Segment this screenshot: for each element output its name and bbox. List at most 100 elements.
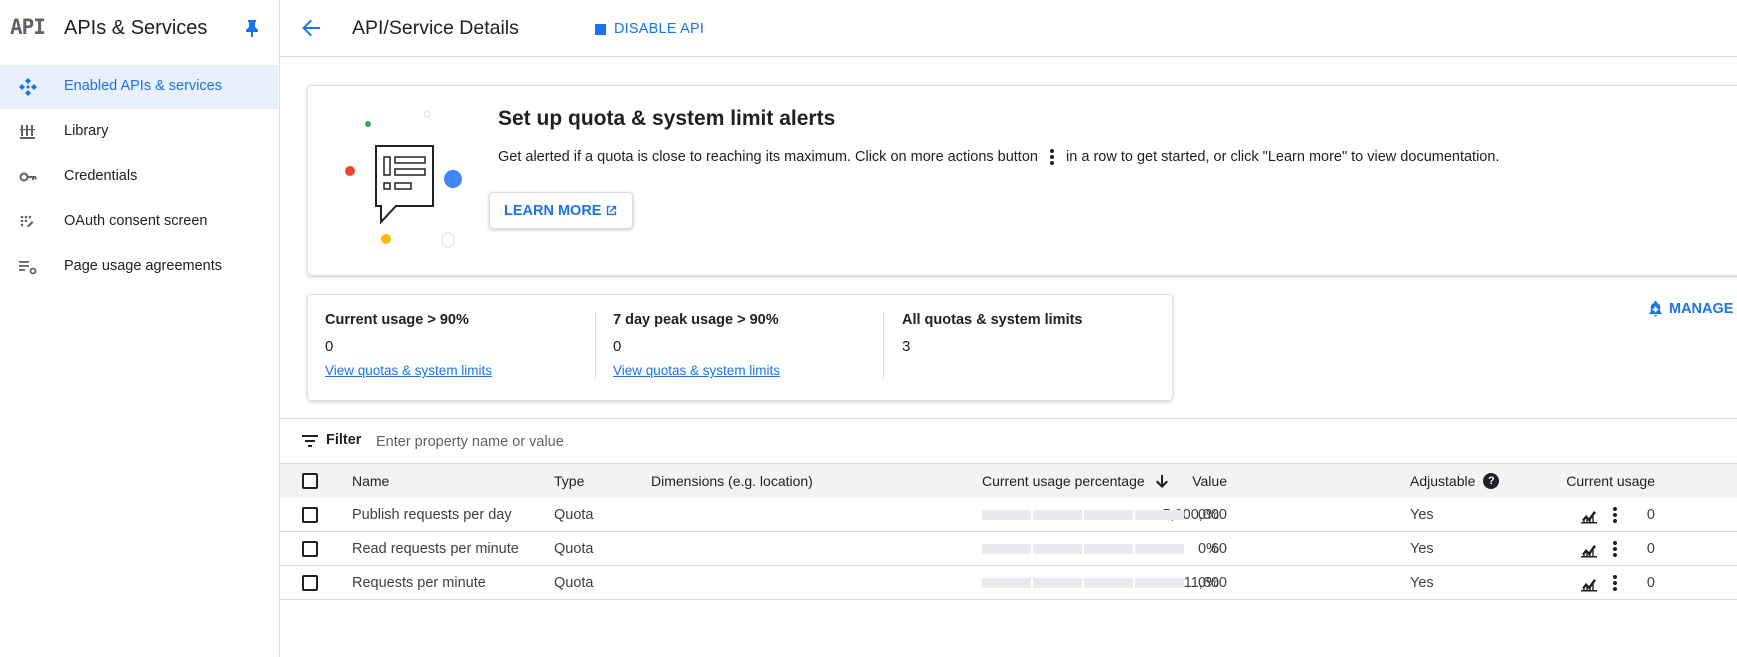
stat-value: 0 bbox=[613, 338, 622, 355]
usage-progress-bar bbox=[982, 509, 1184, 520]
filter-input[interactable] bbox=[374, 431, 778, 453]
learn-more-button[interactable]: LEARN MORE bbox=[489, 192, 634, 229]
alert-illustration bbox=[345, 110, 462, 249]
table-row: Requests per minute Quota 11,600 0% 0 Ye… bbox=[280, 566, 1737, 600]
back-arrow-icon[interactable] bbox=[300, 17, 322, 39]
row-chart-cell bbox=[1580, 532, 1598, 565]
select-all-checkbox[interactable] bbox=[302, 473, 318, 489]
select-all-cell bbox=[302, 464, 318, 498]
row-usage-bar bbox=[982, 498, 1184, 531]
page-header: API/Service Details DISABLE API bbox=[280, 0, 1737, 57]
stop-icon bbox=[595, 23, 606, 35]
add-alert-icon bbox=[1649, 301, 1662, 317]
oauth-icon bbox=[20, 215, 34, 228]
col-name[interactable]: Name bbox=[352, 464, 389, 498]
monitoring-chart-icon[interactable] bbox=[1580, 574, 1598, 592]
sidebar-header: API APIs & Services bbox=[0, 0, 279, 56]
sidebar-item-page-usage[interactable]: Page usage agreements bbox=[0, 245, 278, 289]
stat-current-usage: Current usage > 90% 0 View quotas & syst… bbox=[325, 312, 575, 384]
table-row: Publish requests per day Quota 5,000,000… bbox=[280, 498, 1737, 532]
filter-bar: Filter bbox=[280, 419, 1737, 463]
col-type[interactable]: Type bbox=[554, 464, 584, 498]
row-usage-pct: 0% bbox=[1198, 540, 1219, 557]
usage-progress-bar bbox=[982, 543, 1184, 554]
quota-alert-card: Set up quota & system limit alerts Get a… bbox=[307, 85, 1737, 276]
page-title: API/Service Details bbox=[352, 17, 519, 39]
more-vert-icon bbox=[1050, 149, 1055, 165]
key-icon bbox=[19, 172, 37, 182]
stat-heading: All quotas & system limits bbox=[902, 312, 1083, 328]
quota-stats-card: Current usage > 90% 0 View quotas & syst… bbox=[307, 294, 1173, 401]
sidebar-item-enabled-apis[interactable]: Enabled APIs & services bbox=[0, 65, 278, 109]
sidebar-item-label: Page usage agreements bbox=[64, 258, 222, 274]
row-adjustable: Yes bbox=[1410, 506, 1434, 523]
row-more-cell bbox=[1606, 566, 1624, 599]
row-checkbox[interactable] bbox=[302, 540, 318, 557]
row-name: Read requests per minute bbox=[352, 540, 519, 557]
row-usage-pct: 0% bbox=[1198, 574, 1219, 591]
row-usage-bar bbox=[982, 532, 1184, 565]
row-adjustable: Yes bbox=[1410, 574, 1434, 591]
arrow-down-icon bbox=[1155, 475, 1168, 488]
stat-value: 0 bbox=[325, 338, 334, 355]
pin-icon[interactable] bbox=[244, 19, 260, 37]
row-type: Quota bbox=[554, 574, 594, 591]
table-header-row: Name Type Dimensions (e.g. location) Val… bbox=[280, 463, 1737, 499]
alert-desc-text: in a row to get started, or click "Learn… bbox=[1066, 148, 1500, 165]
row-usage-bar bbox=[982, 566, 1184, 599]
sidebar: API APIs & Services Enabled APIs & servi… bbox=[0, 0, 280, 657]
monitoring-chart-icon[interactable] bbox=[1580, 540, 1598, 558]
col-usage-pct[interactable]: Current usage percentage bbox=[982, 464, 1169, 498]
help-icon[interactable]: ? bbox=[1483, 473, 1500, 489]
alert-description: Get alerted if a quota is close to reach… bbox=[498, 147, 1499, 167]
stat-value: 3 bbox=[902, 338, 911, 355]
sidebar-item-oauth[interactable]: OAuth consent screen bbox=[0, 200, 278, 244]
library-icon bbox=[20, 125, 35, 139]
table-row: Read requests per minute Quota 60 0% 0 Y… bbox=[280, 532, 1737, 566]
divider bbox=[883, 313, 884, 379]
row-more-cell bbox=[1606, 532, 1624, 565]
more-vert-icon[interactable] bbox=[1606, 506, 1624, 524]
sidebar-item-label: OAuth consent screen bbox=[64, 213, 208, 229]
row-select-cell bbox=[302, 532, 318, 565]
col-dimensions[interactable]: Dimensions (e.g. location) bbox=[651, 464, 813, 498]
row-type: Quota bbox=[554, 540, 594, 557]
alert-desc-text: Get alerted if a quota is close to reach… bbox=[498, 148, 1038, 165]
sidebar-item-library[interactable]: Library bbox=[0, 110, 278, 154]
more-vert-icon[interactable] bbox=[1606, 540, 1624, 558]
sidebar-item-label: Credentials bbox=[64, 168, 138, 184]
row-usage-pct: 0% bbox=[1198, 506, 1219, 523]
col-adjustable-label: Adjustable bbox=[1410, 473, 1476, 489]
alert-title: Set up quota & system limit alerts bbox=[498, 107, 836, 130]
row-name: Requests per minute bbox=[352, 574, 486, 591]
manage-alerts-button[interactable]: MANAGE A bbox=[1648, 300, 1737, 317]
row-checkbox[interactable] bbox=[302, 574, 318, 591]
more-vert-icon[interactable] bbox=[1606, 574, 1624, 592]
stat-heading: Current usage > 90% bbox=[325, 312, 469, 328]
row-adjustable: Yes bbox=[1410, 540, 1434, 557]
row-chart-cell bbox=[1580, 566, 1598, 599]
disable-api-button[interactable]: DISABLE API bbox=[595, 18, 704, 40]
sidebar-item-credentials[interactable]: Credentials bbox=[0, 155, 278, 199]
stat-peak-usage: 7 day peak usage > 90% 0 View quotas & s… bbox=[613, 312, 863, 384]
row-checkbox[interactable] bbox=[302, 506, 318, 523]
settings-list-icon bbox=[19, 261, 37, 275]
manage-label: MANAGE A bbox=[1669, 300, 1737, 317]
row-name: Publish requests per day bbox=[352, 506, 512, 523]
row-select-cell bbox=[302, 498, 318, 531]
row-select-cell bbox=[302, 566, 318, 599]
sidebar-item-label: Library bbox=[64, 123, 109, 139]
view-quotas-link[interactable]: View quotas & system limits bbox=[613, 363, 863, 378]
filter-label: Filter bbox=[326, 432, 362, 448]
api-logo: API bbox=[10, 15, 46, 39]
open-in-new-icon bbox=[607, 205, 617, 216]
col-adjustable[interactable]: Adjustable ? bbox=[1410, 464, 1500, 498]
view-quotas-link[interactable]: View quotas & system limits bbox=[325, 363, 575, 378]
stat-all-quotas: All quotas & system limits 3 bbox=[902, 312, 1152, 384]
filter-icon bbox=[302, 435, 318, 447]
stat-heading: 7 day peak usage > 90% bbox=[613, 312, 779, 328]
monitoring-chart-icon[interactable] bbox=[1580, 506, 1598, 524]
row-more-cell bbox=[1606, 498, 1624, 531]
enabled-apis-icon bbox=[19, 78, 37, 96]
usage-progress-bar bbox=[982, 577, 1184, 588]
